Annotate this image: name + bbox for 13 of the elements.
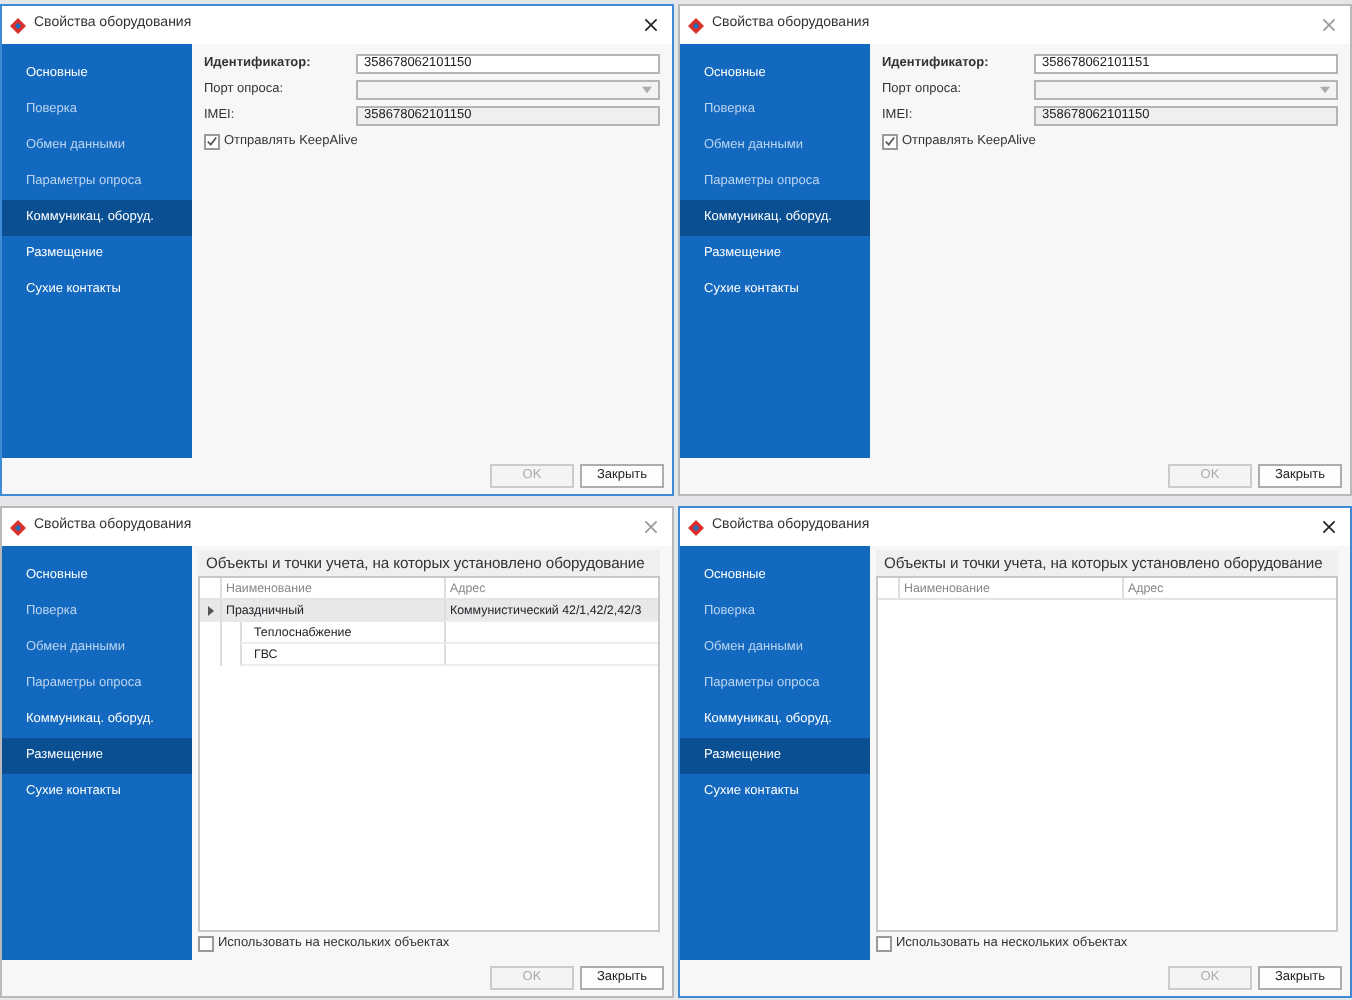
dropdown-field[interactable] — [1034, 80, 1338, 100]
checkbox[interactable] — [198, 936, 214, 952]
logo-icon — [688, 519, 704, 535]
logo-icon — [10, 519, 26, 535]
dropdown-arrow-icon — [642, 86, 652, 94]
dropdown-field[interactable] — [356, 80, 660, 100]
row-pointer-icon — [207, 606, 213, 617]
checkbox[interactable] — [204, 133, 220, 149]
checkbox[interactable] — [876, 936, 892, 952]
checkbox[interactable] — [882, 133, 898, 149]
dropdown-arrow-icon — [1320, 86, 1330, 94]
logo-icon — [10, 17, 26, 33]
logo-icon — [688, 17, 704, 33]
